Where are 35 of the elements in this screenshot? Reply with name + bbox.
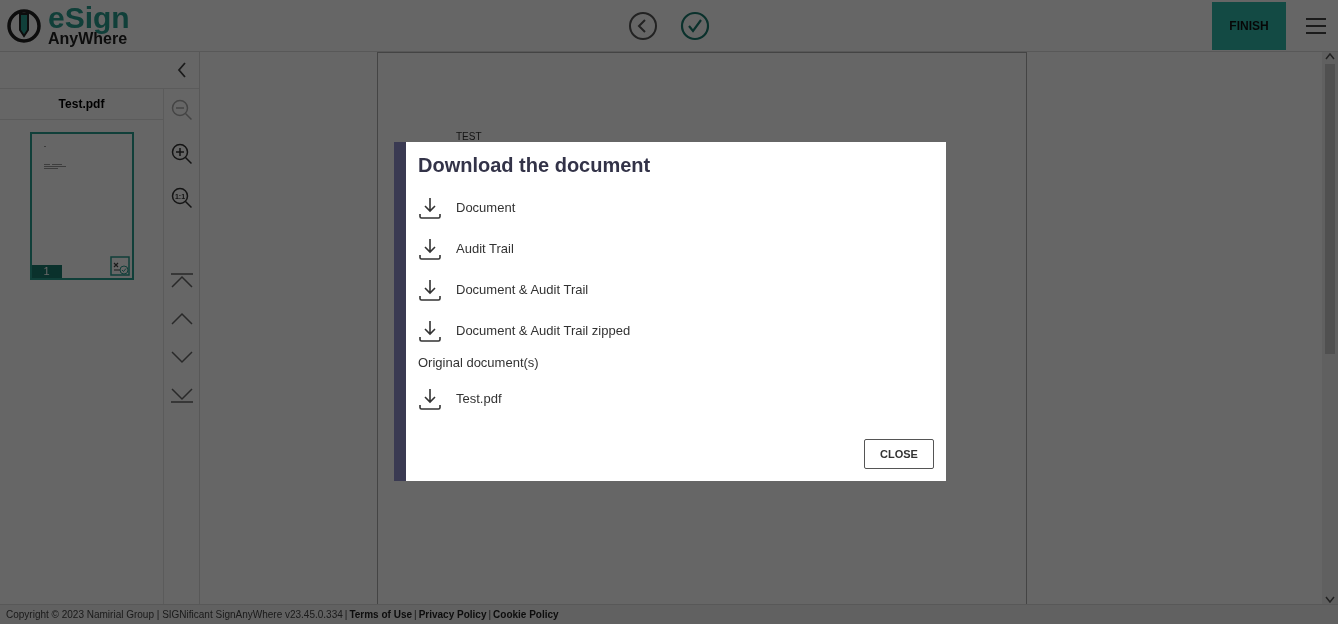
page-number: 1 <box>31 265 62 278</box>
page-text: TEST <box>456 131 482 142</box>
download-link[interactable]: Test.pdf <box>418 378 502 419</box>
separator-text: | <box>414 609 417 620</box>
download-link[interactable]: Document & Audit Trail zipped <box>418 310 631 351</box>
zoom-out-icon[interactable] <box>170 99 193 121</box>
download-link[interactable]: Document <box>418 187 516 228</box>
close-button[interactable]: CLOSE <box>864 439 934 469</box>
scroll-down-icon[interactable] <box>1325 596 1335 604</box>
menu-icon[interactable] <box>1306 16 1326 35</box>
logo-icon <box>6 7 42 44</box>
signature-icon <box>109 256 130 276</box>
back-icon[interactable] <box>628 10 658 41</box>
next-page-icon[interactable] <box>170 349 193 365</box>
download-icon <box>418 277 442 302</box>
download-icon <box>418 236 442 261</box>
download-icon <box>418 386 442 411</box>
separator-text: | <box>488 609 492 620</box>
document-name: Test.pdf <box>0 89 163 120</box>
download-icon <box>418 195 442 220</box>
previous-page-icon[interactable] <box>170 311 193 327</box>
dialog-title: Download the document <box>418 154 652 177</box>
check-icon[interactable] <box>680 10 710 41</box>
download-icon <box>418 318 442 343</box>
page-preview-drawing <box>43 146 66 169</box>
zoom-in-icon[interactable] <box>170 143 193 165</box>
first-page-icon[interactable] <box>170 273 193 289</box>
separator-text: | <box>344 609 348 620</box>
copyright-text: Copyright © 2023 Namirial Group | SIGNificant SignAnyWhere v23.45.0.334 <box>6 609 343 620</box>
download-link[interactable]: Document & Audit Trail <box>418 269 589 310</box>
collapse-icon[interactable] <box>177 62 187 78</box>
section-label: Original document(s) <box>418 355 540 370</box>
download-link[interactable]: Audit Trail <box>418 228 514 269</box>
last-page-icon[interactable] <box>170 387 193 403</box>
scroll-up-icon[interactable] <box>1325 52 1335 60</box>
